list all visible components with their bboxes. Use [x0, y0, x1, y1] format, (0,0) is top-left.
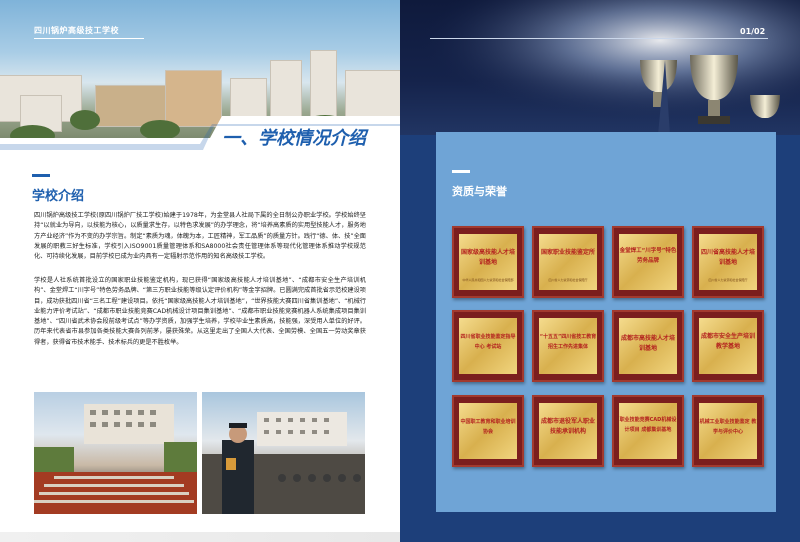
left-page: 四川锅炉高级技工学校 一、学校情况介绍 学校介绍 四川锅炉高级技工学校(原四川锅… [0, 0, 400, 542]
honors-heading: 资质与荣誉 [452, 185, 507, 198]
plaque-veteran-training: 成都市退役军人职业技能承训机构 [532, 395, 604, 467]
school-header: 四川锅炉高级技工学校 [34, 26, 119, 35]
page-number: 01/02 [740, 27, 766, 36]
plaque-chengdu-training-base: 成都市高技能人才培训基地 [612, 310, 684, 382]
student-guard-photo [202, 392, 365, 514]
plaque-staff-education-association: 中国职工教育和职业培训协会 [452, 395, 524, 467]
page-footer-stripe [0, 532, 400, 542]
honors-accent-bar [452, 170, 470, 173]
section-title: 一、学校情况介绍 [222, 128, 366, 149]
plaque-cad-training-base: 职业技能竞赛CAD机械设计项目 成都集训基地 [612, 395, 684, 467]
header-divider [34, 38, 144, 39]
right-page: 01/02 资质与荣誉 国家级高技能人才培训基地 中华人民共和国人力资源和社会保… [400, 0, 800, 542]
intro-heading: 学校介绍 [32, 189, 85, 204]
plaque-skill-appraisal: 国家职业技能鉴定所 四川省人力资源和社会保障厅 [532, 226, 604, 298]
plaque-safety-teaching-base: 成都市安全生产培训 教学基地 [692, 310, 764, 382]
plaque-national-training-base: 国家级高技能人才培训基地 中华人民共和国人力资源和社会保障部 [452, 226, 524, 298]
page-divider [430, 38, 768, 39]
students-parade-photo [34, 392, 197, 514]
trophy-photo [400, 0, 800, 135]
plaque-welder-brand: 金堂焊工“川字号”特色劳务品牌 [612, 226, 684, 298]
intro-paragraph-2: 学校是人社系统首批设立的国家职业技能鉴定机构，现已获得“国家级高技能人才培训基地… [34, 277, 366, 346]
intro-paragraph-1: 四川锅炉高级技工学校(原四川锅炉厂技工学校)始建于1978年，为金堂县人社局下属… [34, 212, 366, 261]
plaque-exam-station: 四川省职业技能鉴定指导中心 考试站 [452, 310, 524, 382]
plaque-sichuan-training-base: 四川省高技能人才培训基地 四川省人力资源和社会保障厅 [692, 226, 764, 298]
plaque-enrollment-advanced: “十五五”四川省技工教育 招生工作先进集体 [532, 310, 604, 382]
plaque-machinery-evaluation-center: 机械工业职业技能鉴定 教学与评价中心 [692, 395, 764, 467]
heading-accent-bar [32, 174, 50, 177]
